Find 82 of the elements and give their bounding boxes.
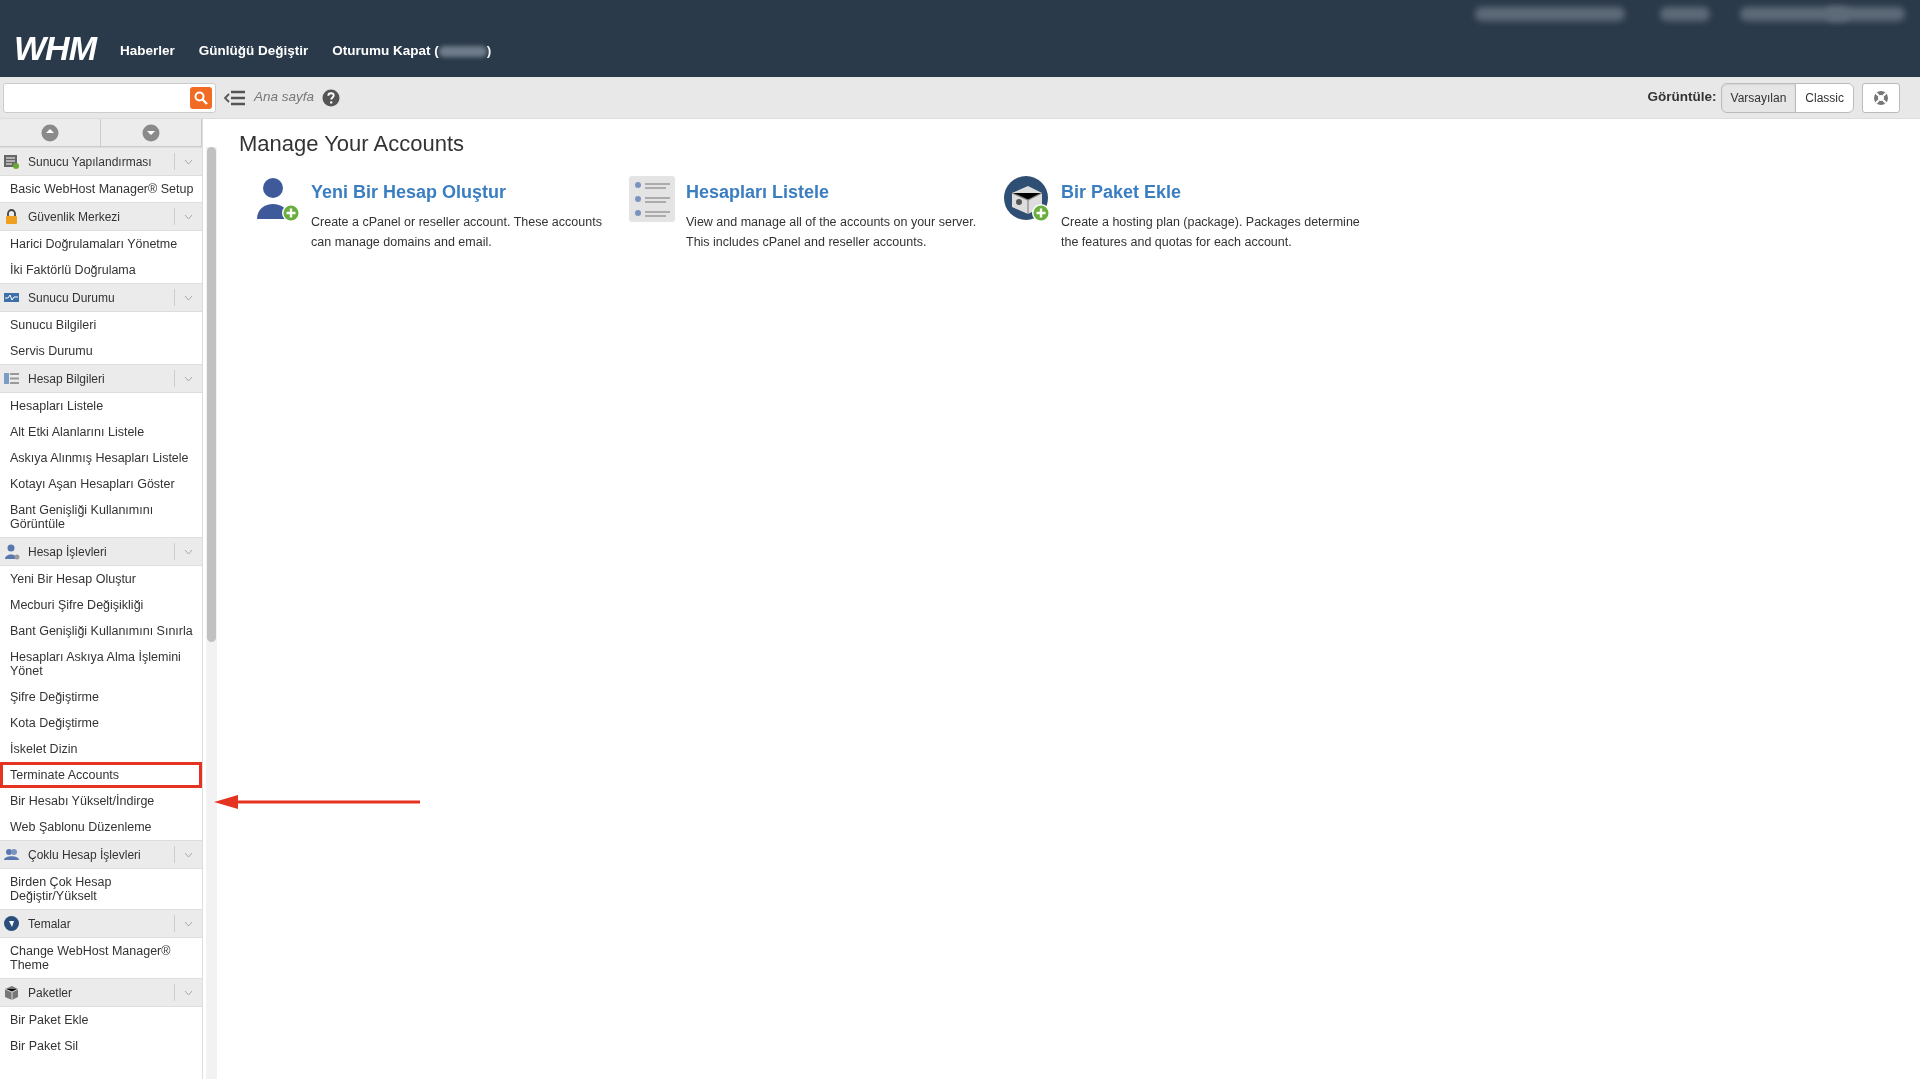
support-button[interactable] xyxy=(1862,82,1900,113)
section-title: Hesap Bilgileri xyxy=(28,370,106,388)
view-toggle-button[interactable]: Classic xyxy=(1795,82,1854,113)
chevron-down-icon xyxy=(184,548,193,555)
blurred-text xyxy=(1660,7,1710,21)
sidebar-link[interactable]: Kota Değiştirme xyxy=(0,710,202,736)
card-title-link[interactable]: Hesapları Listele xyxy=(686,179,830,207)
section-header[interactable]: Çoklu Hesap İşlevleri xyxy=(0,840,202,869)
sidebar-link[interactable]: Alt Etki Alanlarını Listele xyxy=(0,419,202,445)
chevron-down-icon xyxy=(184,158,193,165)
section-title: Sunucu Yapılandırması xyxy=(28,153,153,171)
menu-toggle-button[interactable] xyxy=(224,88,246,107)
search-icon xyxy=(194,90,208,105)
section-title: Hesap İşlevleri xyxy=(28,543,108,561)
search-field[interactable] xyxy=(3,82,216,113)
account-list-icon xyxy=(3,370,20,387)
chevron-down-icon xyxy=(184,375,193,382)
sidebar-link[interactable]: Servis Durumu xyxy=(0,338,202,364)
page-title: Manage Your Accounts xyxy=(239,131,466,158)
lifebuoy-icon xyxy=(1873,89,1889,106)
sidebar-link[interactable]: Terminate Accounts xyxy=(0,762,202,788)
view-toggle-button[interactable]: Varsayılan xyxy=(1720,82,1797,113)
sidebar-link[interactable]: Sunucu Bilgileri xyxy=(0,312,202,338)
package-add-icon[interactable] xyxy=(1003,175,1051,224)
sidebar-link[interactable]: Bant Genişliği Kullanımını Sınırla xyxy=(0,618,202,644)
menu-icon xyxy=(224,88,246,107)
chevron-down-icon xyxy=(184,851,193,858)
sidebar-link[interactable]: Hesapları Askıya Alma İşlemini Yönet xyxy=(0,644,202,684)
sidebar-link[interactable]: Bant Genişliği Kullanımını Görüntüle xyxy=(0,497,202,537)
section-header[interactable]: Paketler xyxy=(0,978,202,1007)
section-title: Güvenlik Merkezi xyxy=(28,208,122,226)
sidebar-link[interactable]: Şifre Değiştirme xyxy=(0,684,202,710)
sidebar-link[interactable]: Web Şablonu Düzenleme xyxy=(0,814,202,840)
nav-link[interactable]: Günlüğü Değiştir xyxy=(198,40,309,61)
search-button[interactable] xyxy=(190,86,212,109)
sidebar-link[interactable]: İki Faktörlü Doğrulama xyxy=(0,257,202,283)
section-header[interactable]: Hesap Bilgileri xyxy=(0,364,202,393)
lock-icon xyxy=(3,208,20,225)
sidebar-link[interactable]: Basic WebHost Manager® Setup xyxy=(0,176,202,202)
section-header[interactable]: Güvenlik Merkezi xyxy=(0,202,202,231)
chevron-down-icon xyxy=(184,989,193,996)
section-header[interactable]: Temalar xyxy=(0,909,202,938)
card-title-link[interactable]: Yeni Bir Hesap Oluştur xyxy=(311,179,507,207)
chevron-down-icon xyxy=(184,920,193,927)
card-title-link[interactable]: Bir Paket Ekle xyxy=(1061,179,1182,207)
server-icon xyxy=(3,153,20,170)
section-title: Çoklu Hesap İşlevleri xyxy=(28,846,142,864)
logo: WHM xyxy=(14,31,96,65)
section-title: Paketler xyxy=(28,984,74,1002)
chevron-down-icon xyxy=(184,213,193,220)
section-header[interactable]: Sunucu Yapılandırması xyxy=(0,147,202,176)
contact-list-icon[interactable] xyxy=(628,175,676,224)
sidebar-link[interactable]: Change WebHost Manager® Theme xyxy=(0,938,202,978)
sidebar-link[interactable]: Askıya Alınmış Hesapları Listele xyxy=(0,445,202,471)
card-description: View and manage all of the accounts on your server. This includes cPanel and reseller accounts. xyxy=(686,214,978,252)
section-header[interactable]: Sunucu Durumu xyxy=(0,283,202,312)
sidebar-link[interactable]: Bir Paket Sil xyxy=(0,1033,202,1059)
sidebar-link[interactable]: Birden Çok Hesap Değiştir/Yükselt xyxy=(0,869,202,909)
help-icon[interactable] xyxy=(322,88,341,107)
users-icon xyxy=(3,846,20,863)
logout-link[interactable]: Oturumu Kapat ( ) xyxy=(332,40,492,61)
sidebar-link[interactable]: Harici Doğrulamaları Yönetme xyxy=(0,231,202,257)
sidebar-link[interactable]: Bir Paket Ekle xyxy=(0,1007,202,1033)
sidebar-link[interactable]: Bir Hesabı Yükselt/İndirge xyxy=(0,788,202,814)
section-title: Temalar xyxy=(28,915,72,933)
view-label: Görüntüle: xyxy=(1647,88,1717,107)
card-description: Create a hosting plan (package). Packages determine the features and quotas for each account. xyxy=(1061,214,1361,252)
scrollbar-thumb[interactable] xyxy=(207,147,216,642)
section-title: Sunucu Durumu xyxy=(28,289,116,307)
sidebar-link[interactable]: Mecburi Şifre Değişikliği xyxy=(0,592,202,618)
sidebar-link[interactable]: Kotayı Aşan Hesapları Göster xyxy=(0,471,202,497)
user-icon xyxy=(3,543,20,560)
nav-link[interactable]: Haberler xyxy=(119,40,175,61)
sidebar-link[interactable]: İskelet Dizin xyxy=(0,736,202,762)
card-description: Create a cPanel or reseller account. These accounts can manage domains and email. xyxy=(311,214,603,252)
box-icon xyxy=(3,984,20,1001)
chevron-down-icon xyxy=(184,294,193,301)
breadcrumb[interactable]: Ana sayfa xyxy=(254,87,315,108)
section-header[interactable]: Hesap İşlevleri xyxy=(0,537,202,566)
sidebar-link[interactable]: Yeni Bir Hesap Oluştur xyxy=(0,566,202,592)
blurred-username xyxy=(438,45,487,57)
sidebar-link[interactable]: Hesapları Listele xyxy=(0,393,202,419)
